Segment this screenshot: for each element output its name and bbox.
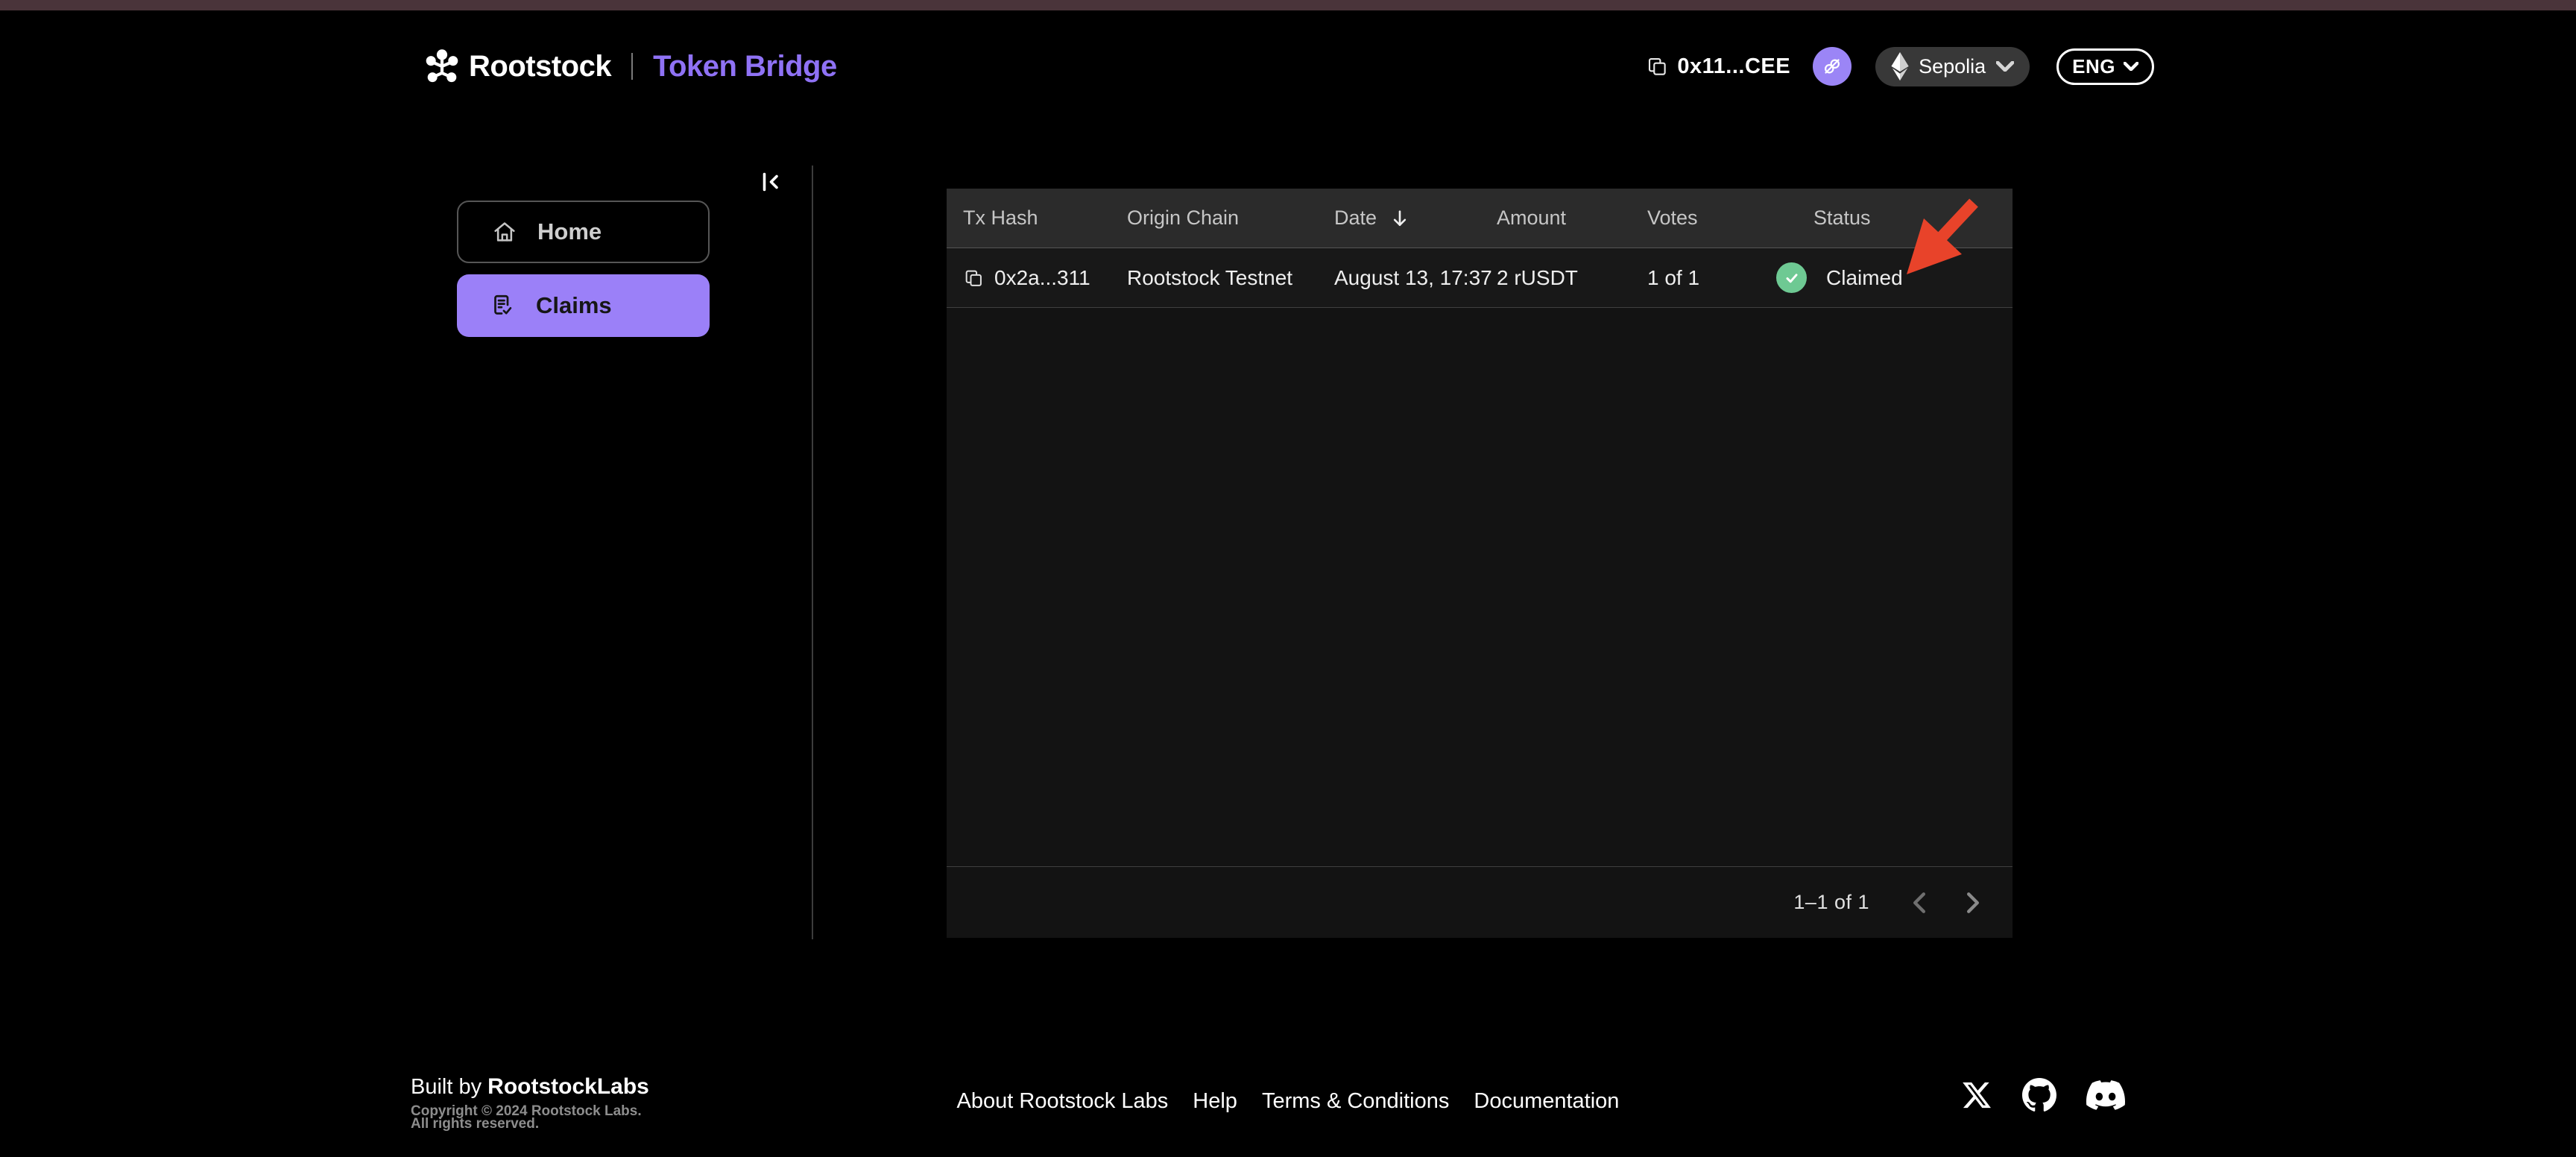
column-header-date[interactable]: Date (1334, 207, 1497, 230)
x-twitter-icon (1963, 1082, 1991, 1109)
column-header-votes: Votes (1647, 207, 1698, 229)
sort-descending-icon (1393, 209, 1407, 226)
wallet-address[interactable]: 0x11...CEE (1677, 54, 1790, 79)
copy-hash-icon[interactable] (963, 268, 984, 289)
brand-name: Rootstock (469, 49, 612, 83)
pagination-prev-button[interactable] (1902, 886, 1936, 920)
table-body-empty-area (947, 308, 2012, 866)
table-pagination: 1–1 of 1 (947, 866, 2012, 938)
copyright-line-2: All rights reserved. (411, 1116, 540, 1132)
sidebar-item-claims[interactable]: Claims (457, 274, 710, 337)
unlink-icon (1825, 59, 1840, 74)
cell-amount: 2 rUSDT (1497, 265, 1578, 289)
x-twitter-link[interactable] (1961, 1079, 1992, 1111)
browser-top-strip (0, 0, 2576, 10)
cell-votes: 1 of 1 (1647, 265, 1700, 289)
tx-hash-value: 0x2a...311 (994, 265, 1090, 289)
collapse-left-icon (763, 172, 778, 192)
brand-product: Token Bridge (653, 49, 837, 83)
sidebar-divider (812, 165, 813, 939)
column-header-origin-chain: Origin Chain (1127, 207, 1240, 229)
footer-link-terms[interactable]: Terms & Conditions (1262, 1089, 1449, 1114)
rootstock-logo-icon (426, 49, 458, 83)
footer-link-help[interactable]: Help (1193, 1089, 1237, 1114)
github-icon (2022, 1078, 2056, 1112)
column-header-status: Status (1813, 207, 1871, 229)
network-label: Sepolia (1919, 54, 1986, 78)
claims-icon (494, 294, 512, 315)
github-link[interactable] (2022, 1078, 2056, 1112)
copy-address-icon[interactable] (1646, 55, 1668, 78)
discord-link[interactable] (2086, 1076, 2125, 1115)
ethereum-icon (1891, 52, 1909, 81)
language-selector[interactable]: ENG (2056, 48, 2154, 85)
cell-tx-hash: 0x2a...311 (963, 266, 1127, 290)
cell-status: Claimed (1776, 262, 2012, 293)
status-claimed-icon (1776, 262, 1807, 293)
network-selector[interactable]: Sepolia (1875, 46, 2030, 86)
footer-link-about[interactable]: About Rootstock Labs (957, 1089, 1169, 1114)
sidebar-item-label: Claims (536, 292, 612, 318)
chevron-right-icon (1967, 892, 1979, 913)
chevron-left-icon (1913, 892, 1925, 913)
chevron-down-icon (2124, 62, 2138, 71)
column-header-date-label: Date (1334, 207, 1377, 229)
sidebar-item-home[interactable]: Home (457, 201, 710, 263)
chevron-down-icon (1996, 61, 2015, 72)
language-label: ENG (2072, 54, 2115, 78)
status-label: Claimed (1826, 265, 1903, 289)
footer-socials (1961, 1075, 2125, 1115)
footer-link-documentation[interactable]: Documentation (1474, 1089, 1619, 1114)
brand-divider (631, 53, 634, 80)
home-icon (494, 222, 515, 242)
brand: Rootstock Token Bridge (424, 43, 837, 89)
column-header-amount: Amount (1497, 207, 1567, 229)
pagination-range-label: 1–1 of 1 (1793, 891, 1869, 913)
claims-table: Tx Hash Origin Chain Date Amount Votes S… (947, 189, 2012, 938)
header-controls: 0x11...CEE Sepolia ENG (1646, 45, 2154, 88)
disconnect-wallet-button[interactable] (1813, 47, 1852, 86)
cell-date: August 13, 17:37 (1334, 265, 1492, 289)
column-header-tx-hash: Tx Hash (963, 207, 1038, 229)
pagination-next-button[interactable] (1956, 886, 1990, 920)
sidebar-collapse-button[interactable] (756, 165, 789, 198)
discord-icon (2086, 1080, 2125, 1110)
footer-links: About Rootstock Labs Help Terms & Condit… (0, 1089, 2576, 1114)
page: Rootstock Token Bridge 0x11...CEE Sepoli… (0, 0, 2576, 1157)
sidebar-item-label: Home (537, 218, 602, 245)
table-row: 0x2a...311 Rootstock Testnet August 13, … (947, 248, 2012, 308)
cell-origin-chain: Rootstock Testnet (1127, 265, 1293, 289)
table-header-row: Tx Hash Origin Chain Date Amount Votes S… (947, 189, 2012, 248)
